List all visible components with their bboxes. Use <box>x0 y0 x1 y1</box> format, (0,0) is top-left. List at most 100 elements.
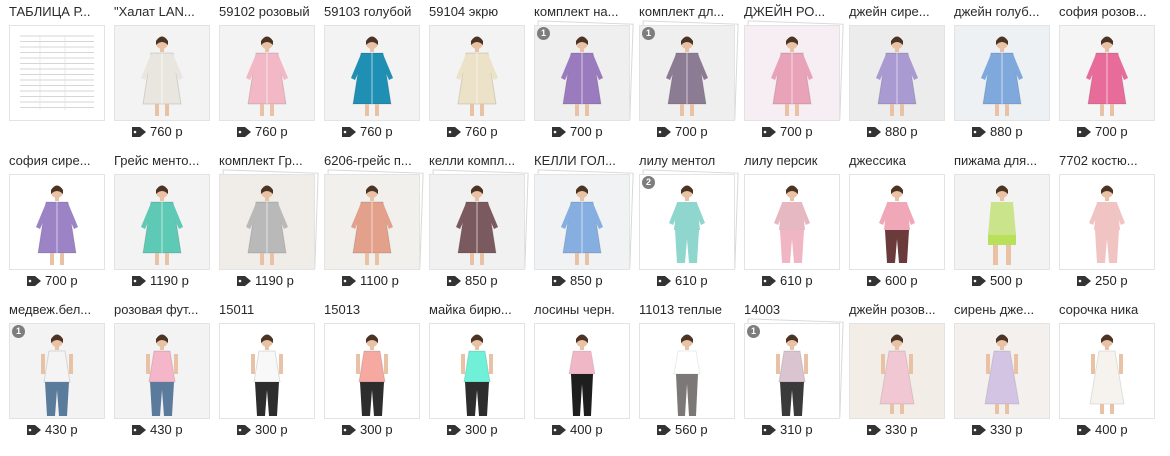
album-thumbnail[interactable] <box>954 174 1050 270</box>
album-thumbnail[interactable] <box>219 25 315 121</box>
album-card[interactable]: пижама для... 500 р <box>954 149 1050 297</box>
album-card[interactable]: медвеж.бел... 1 430 р <box>9 298 105 446</box>
album-thumbnail[interactable] <box>324 323 420 419</box>
album-title[interactable]: "Халат LAN... <box>114 4 210 20</box>
album-card[interactable]: 7702 костю... 250 р <box>1059 149 1155 297</box>
album-title[interactable]: ТАБЛИЦА Р... <box>9 4 105 20</box>
album-card[interactable]: комплект Гр... 1190 р <box>219 149 315 297</box>
album-title[interactable]: джейн розов... <box>849 302 945 318</box>
album-card[interactable]: лосины черн. 400 р <box>534 298 630 446</box>
album-thumbnail[interactable] <box>849 174 945 270</box>
album-title[interactable]: сирень дже... <box>954 302 1050 318</box>
album-title[interactable]: комплект на... <box>534 4 630 20</box>
album-card[interactable]: комплект дл... 1 700 р <box>639 0 735 148</box>
album-title[interactable]: лилу персик <box>744 153 840 169</box>
album-title[interactable]: келли компл... <box>429 153 525 169</box>
album-thumbnail[interactable] <box>849 323 945 419</box>
album-card[interactable]: софия розов... 700 р <box>1059 0 1155 148</box>
album-title[interactable]: 14003 <box>744 302 840 318</box>
album-title[interactable]: майка бирю... <box>429 302 525 318</box>
album-card[interactable]: сирень дже... 330 р <box>954 298 1050 446</box>
album-card[interactable]: 15011 300 р <box>219 298 315 446</box>
album-card[interactable]: 15013 300 р <box>324 298 420 446</box>
album-card[interactable]: розовая фут... 430 р <box>114 298 210 446</box>
album-thumbnail[interactable] <box>9 174 105 270</box>
album-thumbnail[interactable] <box>744 174 840 270</box>
album-thumbnail[interactable] <box>9 323 105 419</box>
album-card[interactable]: 6206-грейс п... 1100 р <box>324 149 420 297</box>
album-thumbnail[interactable] <box>1059 25 1155 121</box>
album-title[interactable]: Грейс менто... <box>114 153 210 169</box>
album-card[interactable]: ДЖЕЙН РО... 700 р <box>744 0 840 148</box>
album-title[interactable]: розовая фут... <box>114 302 210 318</box>
album-thumbnail[interactable] <box>324 174 420 270</box>
album-card[interactable]: ТАБЛИЦА Р... <box>9 0 105 148</box>
album-card[interactable]: софия сире... 700 р <box>9 149 105 297</box>
album-thumbnail[interactable] <box>534 25 630 121</box>
album-title[interactable]: 7702 костю... <box>1059 153 1155 169</box>
album-card[interactable]: джейн голуб... 880 р <box>954 0 1050 148</box>
album-card[interactable]: 59103 голубой 760 р <box>324 0 420 148</box>
album-card[interactable]: джейн сире... 880 р <box>849 0 945 148</box>
album-title[interactable]: 59104 экрю <box>429 4 525 20</box>
album-thumbnail[interactable] <box>534 174 630 270</box>
album-thumbnail[interactable] <box>114 174 210 270</box>
album-thumbnail[interactable] <box>639 174 735 270</box>
album-thumbnail[interactable] <box>954 323 1050 419</box>
album-title[interactable]: 6206-грейс п... <box>324 153 420 169</box>
album-thumbnail[interactable] <box>114 323 210 419</box>
album-thumbnail[interactable] <box>114 25 210 121</box>
album-title[interactable]: лосины черн. <box>534 302 630 318</box>
album-title[interactable]: 11013 теплые <box>639 302 735 318</box>
album-title[interactable]: джейн голуб... <box>954 4 1050 20</box>
album-thumbnail[interactable] <box>219 174 315 270</box>
album-card[interactable]: 14003 1 310 р <box>744 298 840 446</box>
album-card[interactable]: сорочка ника 400 р <box>1059 298 1155 446</box>
album-thumbnail[interactable] <box>1059 174 1155 270</box>
album-thumbnail[interactable] <box>324 25 420 121</box>
album-card[interactable]: лилу персик 610 р <box>744 149 840 297</box>
album-card[interactable]: келли компл... 850 р <box>429 149 525 297</box>
album-thumbnail[interactable] <box>429 323 525 419</box>
album-title[interactable]: ДЖЕЙН РО... <box>744 4 840 20</box>
album-thumbnail[interactable] <box>849 25 945 121</box>
album-thumbnail[interactable] <box>744 25 840 121</box>
album-thumbnail[interactable] <box>534 323 630 419</box>
album-card[interactable]: Грейс менто... 1190 р <box>114 149 210 297</box>
album-thumbnail[interactable] <box>219 323 315 419</box>
album-card[interactable]: 59102 розовый 760 р <box>219 0 315 148</box>
album-title[interactable]: софия сире... <box>9 153 105 169</box>
album-title[interactable]: 15013 <box>324 302 420 318</box>
album-card[interactable]: 11013 теплые 560 р <box>639 298 735 446</box>
album-title[interactable]: пижама для... <box>954 153 1050 169</box>
album-title[interactable]: комплект дл... <box>639 4 735 20</box>
album-card[interactable]: 59104 экрю 760 р <box>429 0 525 148</box>
album-thumbnail[interactable] <box>429 174 525 270</box>
album-title[interactable]: комплект Гр... <box>219 153 315 169</box>
album-thumbnail[interactable] <box>639 323 735 419</box>
album-thumbnail[interactable] <box>9 25 105 121</box>
album-thumbnail[interactable] <box>954 25 1050 121</box>
album-title[interactable]: лилу ментол <box>639 153 735 169</box>
album-thumbnail[interactable] <box>744 323 840 419</box>
album-card[interactable]: "Халат LAN... 760 р <box>114 0 210 148</box>
album-card[interactable]: джессика 600 р <box>849 149 945 297</box>
album-title[interactable]: софия розов... <box>1059 4 1155 20</box>
album-title[interactable]: джейн сире... <box>849 4 945 20</box>
album-title[interactable]: джессика <box>849 153 945 169</box>
price-currency: р <box>910 273 918 288</box>
album-title[interactable]: медвеж.бел... <box>9 302 105 318</box>
album-title[interactable]: 59102 розовый <box>219 4 315 20</box>
album-title[interactable]: КЕЛЛИ ГОЛ... <box>534 153 630 169</box>
album-title[interactable]: 59103 голубой <box>324 4 420 20</box>
album-title[interactable]: 15011 <box>219 302 315 318</box>
album-card[interactable]: лилу ментол 2 610 р <box>639 149 735 297</box>
album-thumbnail[interactable] <box>429 25 525 121</box>
album-thumbnail[interactable] <box>1059 323 1155 419</box>
album-card[interactable]: джейн розов... 330 р <box>849 298 945 446</box>
album-card[interactable]: комплект на... 1 700 р <box>534 0 630 148</box>
album-title[interactable]: сорочка ника <box>1059 302 1155 318</box>
album-card[interactable]: майка бирю... 300 р <box>429 298 525 446</box>
album-thumbnail[interactable] <box>639 25 735 121</box>
album-card[interactable]: КЕЛЛИ ГОЛ... 850 р <box>534 149 630 297</box>
